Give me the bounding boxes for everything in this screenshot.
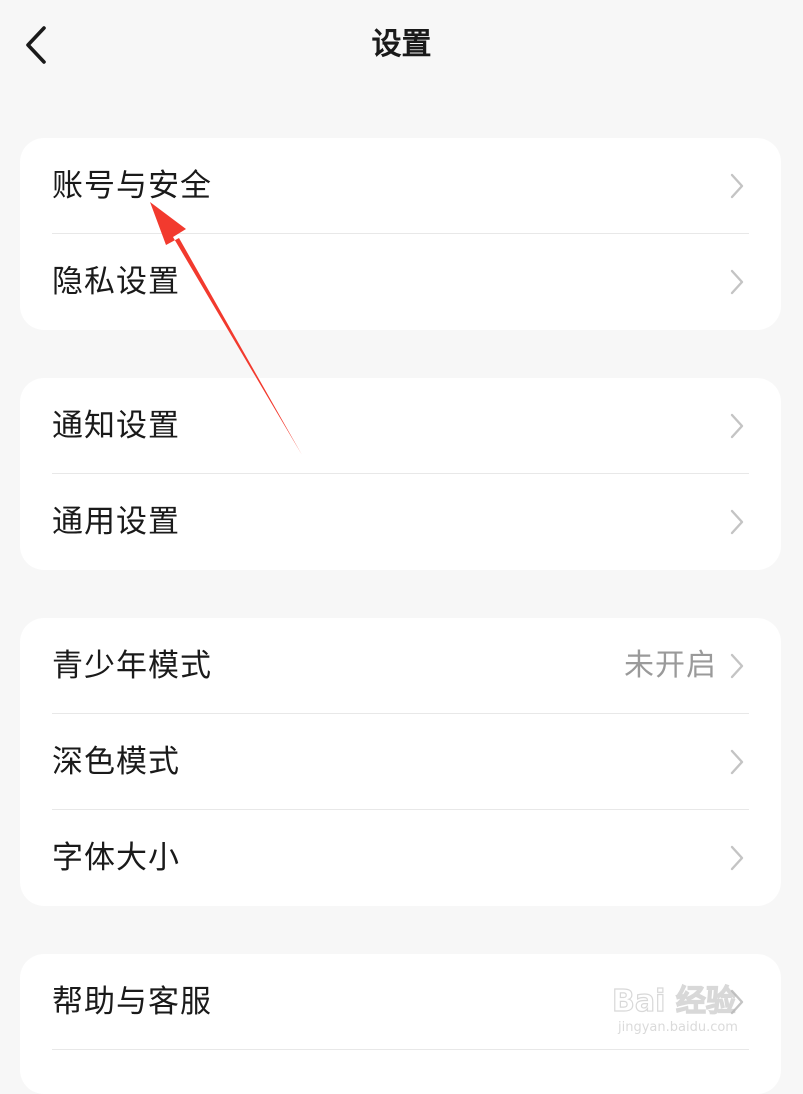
settings-group-display: 青少年模式 未开启 深色模式 字体大小 — [20, 618, 781, 906]
settings-item-label: 通用设置 — [52, 504, 180, 540]
settings-item-teen-mode[interactable]: 青少年模式 未开启 — [20, 618, 781, 714]
settings-item-label: 账号与安全 — [52, 168, 212, 204]
chevron-right-icon — [730, 845, 744, 871]
navigation-bar: 设置 — [0, 0, 803, 92]
settings-group-account: 账号与安全 隐私设置 — [20, 138, 781, 330]
chevron-right-icon — [730, 653, 744, 679]
settings-item-label: 隐私设置 — [52, 264, 180, 300]
watermark-logo-text: Bai 经验 — [611, 983, 736, 1019]
settings-group-general: 通知设置 通用设置 — [20, 378, 781, 570]
settings-item-account-security[interactable]: 账号与安全 — [20, 138, 781, 234]
settings-item-general[interactable]: 通用设置 — [20, 474, 781, 570]
teen-mode-status: 未开启 — [624, 648, 717, 683]
settings-item-label: 通知设置 — [52, 408, 180, 444]
settings-item-label: 帮助与客服 — [52, 984, 212, 1020]
chevron-right-icon — [730, 269, 744, 295]
settings-item-privacy[interactable]: 隐私设置 — [20, 234, 781, 330]
chevron-right-icon — [730, 509, 744, 535]
page-title: 设置 — [371, 27, 432, 62]
row-divider — [52, 1049, 749, 1050]
settings-item-font-size[interactable]: 字体大小 — [20, 810, 781, 906]
settings-item-label: 青少年模式 — [52, 648, 212, 684]
watermark-url: jingyan.baidu.com — [618, 1020, 738, 1035]
baidu-watermark: Bai 经验 jingyan.baidu.com — [611, 972, 772, 1042]
chevron-right-icon — [730, 749, 744, 775]
settings-item-notification[interactable]: 通知设置 — [20, 378, 781, 474]
settings-item-label: 深色模式 — [52, 744, 180, 780]
settings-item-dark-mode[interactable]: 深色模式 — [20, 714, 781, 810]
chevron-right-icon — [730, 413, 744, 439]
settings-item-label: 字体大小 — [52, 840, 180, 876]
chevron-right-icon — [730, 173, 744, 199]
